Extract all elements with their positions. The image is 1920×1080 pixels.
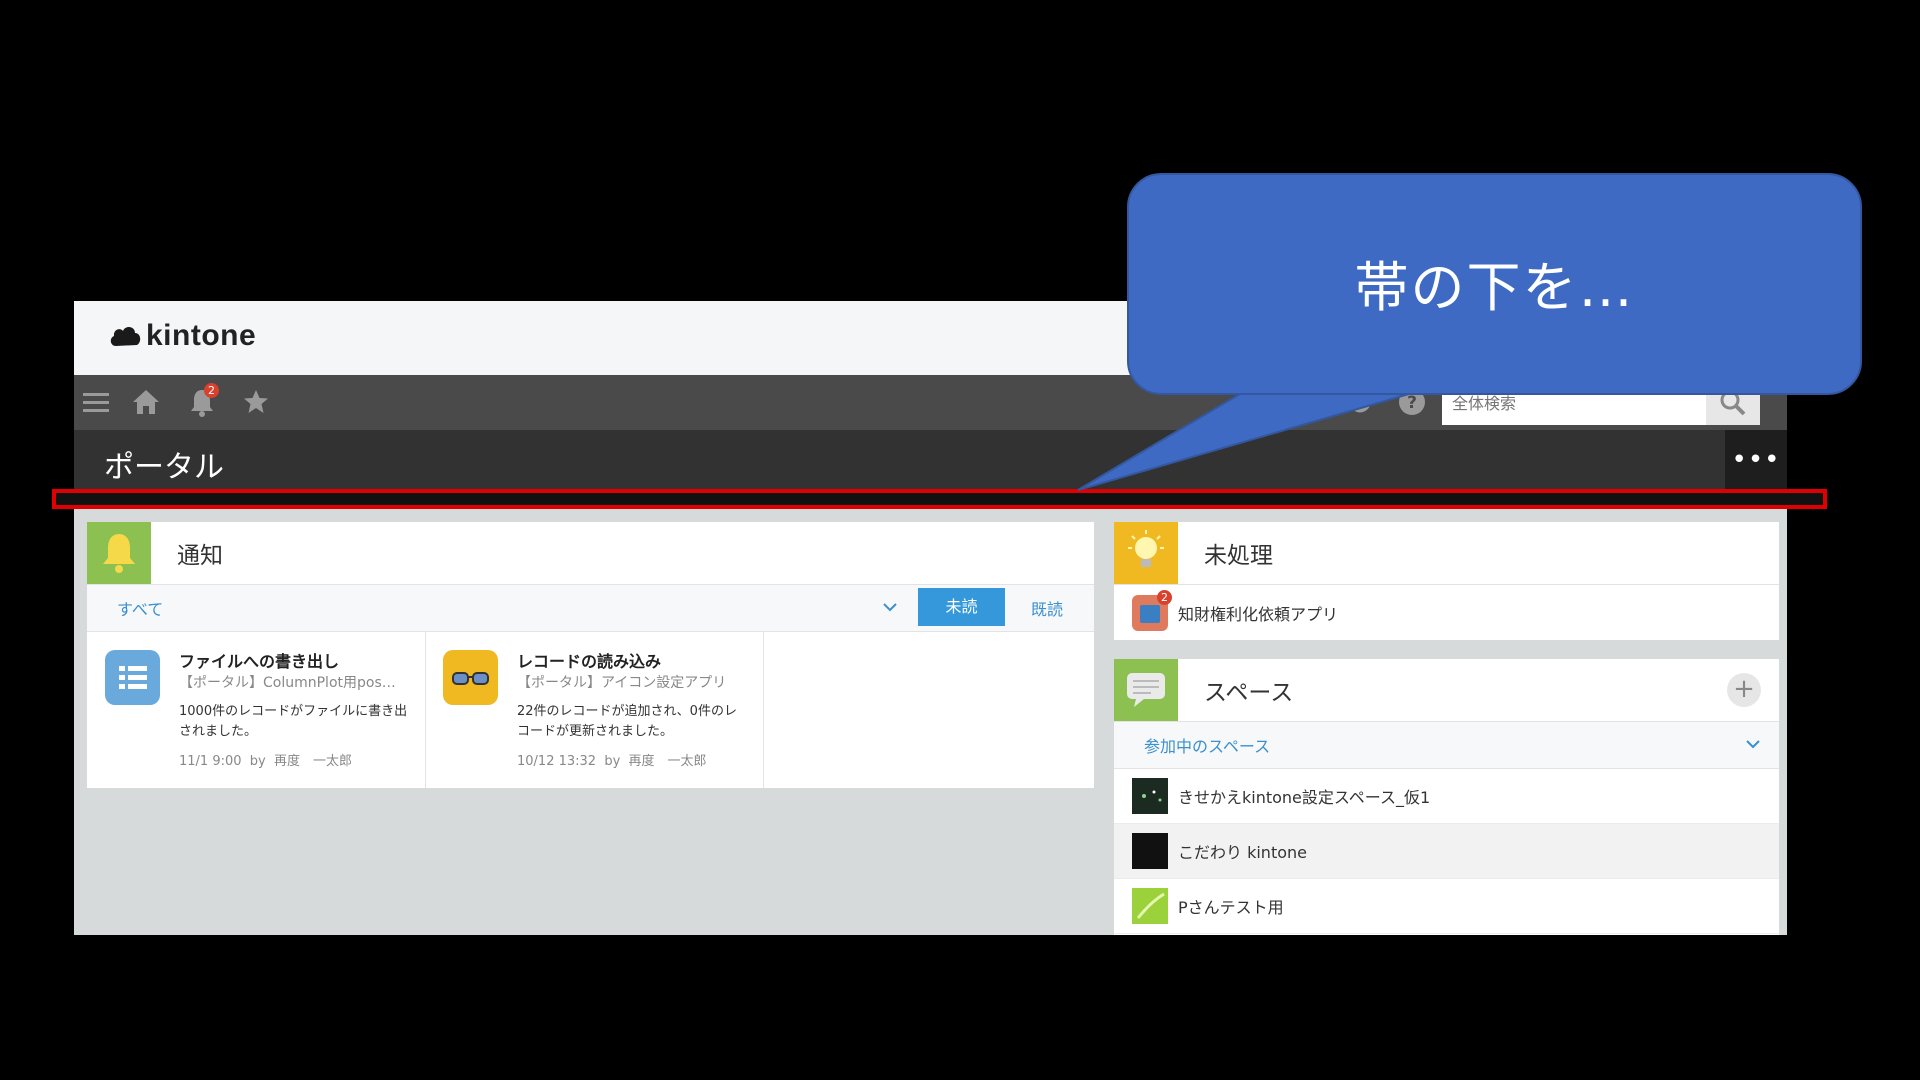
kintone-screenshot: kintone 2 ? ポータル ••• [74,301,1787,935]
menu-icon[interactable] [80,387,112,419]
highlight-rectangle [52,489,1827,509]
speech-callout: 帯の下を… [1127,173,1862,395]
notification-by: by [604,754,621,769]
notification-app-name: 【ポータル】アイコン設定アプリ [517,675,727,691]
notifications-header: 通知 [87,522,1094,585]
tasks-header: 未処理 [1114,522,1779,585]
notification-time: 11/1 9:00 [179,754,242,769]
chevron-down-icon[interactable] [882,599,898,615]
notification-title: ファイルへの書き出し [179,652,340,671]
notifications-filter-bar: すべて 未読 既読 [87,585,1094,632]
notification-time: 10/12 13:32 [517,754,597,769]
space-label: こだわり kintone [1178,843,1307,862]
notification-app-name: 【ポータル】ColumnPlot用pos… [179,675,396,691]
bell-panel-icon [87,522,151,584]
list-app-icon [105,650,160,705]
star-icon[interactable] [240,387,272,419]
page-title-bar: ポータル ••• [74,430,1787,496]
notification-title: レコードの読み込み [517,652,662,671]
add-space-button[interactable]: + [1727,673,1761,707]
tasks-title: 未処理 [1204,543,1273,569]
space-item[interactable]: こだわり kintone [1114,824,1779,879]
space-filter-select[interactable]: 参加中のスペース [1144,733,1270,757]
space-thumbnail [1132,888,1168,924]
task-item[interactable]: 2 知財権利化依頼アプリ [1114,585,1779,639]
notification-card[interactable]: レコードの読み込み 【ポータル】アイコン設定アプリ 22件のレコードが追加され、… [425,632,764,788]
notification-meta: 10/12 13:32 by 再度 一太郎 [517,750,707,769]
logo-text: kintone [146,319,257,352]
notification-body: 22件のレコードが追加され、0件のレコードが更新されました。 [517,704,737,739]
task-count-badge: 2 [1157,590,1172,605]
notification-card[interactable]: ファイルへの書き出し 【ポータル】ColumnPlot用pos… 1000件のレ… [87,632,426,788]
chevron-down-icon[interactable] [1745,736,1761,752]
notification-body: 1000件のレコードがファイルに書き出されました。 [179,704,408,739]
notification-badge: 2 [204,383,219,398]
notifications-panel: 通知 すべて 未読 既読 ファイルへの書き出し 【ポータル】ColumnPlot… [87,522,1094,788]
lightbulb-icon [1114,522,1178,584]
space-label: Pさんテスト用 [1178,898,1284,917]
callout-text: 帯の下を… [1354,256,1635,319]
cloud-logo-icon [110,327,141,346]
speech-bubble-icon [1114,659,1178,721]
more-options-button[interactable]: ••• [1725,430,1787,496]
glasses-app-icon [443,650,498,705]
space-thumbnail [1132,778,1168,814]
spaces-title: スペース [1204,680,1294,706]
space-label: きせかえkintone設定スペース_仮1 [1178,788,1431,807]
notification-by: by [249,754,266,769]
notification-user: 再度 一太郎 [628,754,707,769]
spaces-header: スペース + [1114,659,1779,722]
space-item[interactable]: Pさんテスト用 [1114,879,1779,934]
tasks-panel: 未処理 2 知財権利化依頼アプリ [1114,522,1779,640]
svg-text:?: ? [1407,393,1417,413]
kintone-logo[interactable]: kintone [108,319,256,353]
unread-tab[interactable]: 未読 [918,588,1005,626]
notification-user: 再度 一太郎 [274,754,353,769]
notifications-title: 通知 [177,543,223,569]
task-label: 知財権利化依頼アプリ [1178,605,1339,624]
page-title: ポータル [104,450,224,485]
notification-meta: 11/1 9:00 by 再度 一太郎 [179,750,352,769]
notification-filter-select[interactable]: すべて [117,596,163,620]
read-tab[interactable]: 既読 [1031,596,1063,620]
home-icon[interactable] [130,387,162,419]
space-item[interactable]: きせかえkintone設定スペース_仮1 [1114,769,1779,824]
bell-icon[interactable]: 2 [186,383,219,419]
spaces-filter-bar: 参加中のスペース [1114,722,1779,769]
spaces-panel: スペース + 参加中のスペース きせかえkintone設定スペース_仮1 こだわ… [1114,659,1779,935]
space-thumbnail [1132,833,1168,869]
